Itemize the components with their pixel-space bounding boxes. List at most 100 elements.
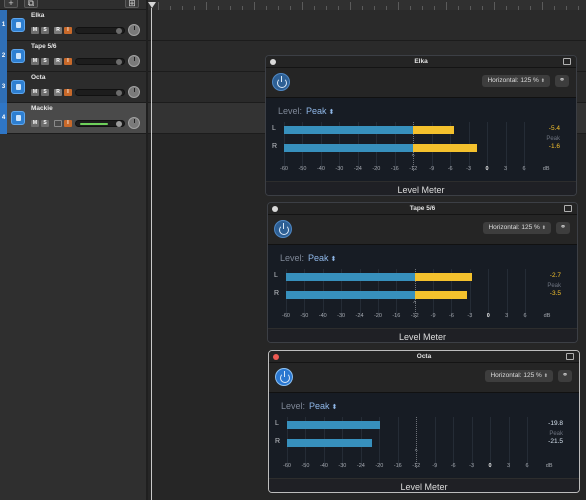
track-name[interactable]: Mackie [31,105,53,112]
mute-button[interactable]: M [31,120,39,127]
meter-gridline [525,269,526,318]
track-number[interactable]: 2 [0,41,7,72]
instrument-icon[interactable] [11,111,25,125]
chevron-updown-icon: ⬍ [329,404,338,411]
bypass-power-button[interactable] [275,368,293,386]
track-row-octa[interactable]: 3 Octa M S R I [0,72,146,103]
duplicate-track-button[interactable]: ⧉ [24,0,38,8]
record-enable-button[interactable]: R [54,27,62,34]
track-number[interactable]: 4 [0,103,7,134]
expand-window-button[interactable] [563,58,571,65]
meter-scale-label: 6 [525,463,529,469]
record-enable-button[interactable]: R [54,58,62,65]
track-row-elka[interactable]: 1 Elka M S R I [0,10,146,41]
volume-knob[interactable] [116,28,122,34]
link-icon[interactable]: ⚭ [556,222,570,234]
meter-scale-label: -30 [335,166,344,172]
chevron-updown-icon: ⬍ [541,225,546,231]
meter-gridline [471,417,473,468]
meter-scale-label: -40 [316,166,325,172]
plugin-title-bar[interactable]: Tape 5/6 [268,203,577,215]
plugin-title-bar[interactable]: Octa [269,351,579,363]
meter-gridline [487,122,489,171]
plugin-title-bar[interactable]: Elka [266,56,576,68]
link-icon[interactable]: ⚭ [558,370,572,382]
expand-window-button[interactable] [564,205,572,212]
meter-scale-label: -24 [353,166,362,172]
instrument-icon[interactable] [11,49,25,63]
link-icon[interactable]: ⚭ [555,75,569,87]
playhead-line[interactable] [151,8,152,500]
input-monitor-button[interactable]: I [64,58,72,65]
level-mode-label: Level: [281,401,306,411]
track-number[interactable]: 1 [0,10,7,41]
level-mode-selector[interactable]: Level: Peak ⬍ [278,106,334,116]
meter-gridline [508,417,510,468]
meter-scale-label: -12 [410,313,419,319]
solo-button[interactable]: S [41,58,49,65]
reference-marker-icon: ^ [411,154,415,160]
volume-slider[interactable] [75,89,125,96]
playhead-handle[interactable] [148,2,156,8]
chevron-updown-icon: ⬍ [326,109,335,116]
level-mode-selector[interactable]: Level: Peak ⬍ [281,401,337,411]
peak-caption: Peak [547,283,561,289]
volume-knob[interactable] [116,121,122,127]
track-name[interactable]: Octa [31,74,45,81]
meter-scale-label: dB [543,313,551,319]
expand-window-button[interactable] [566,353,574,360]
level-mode-value: Peak [308,253,329,263]
input-monitor-button[interactable]: I [64,89,72,96]
volume-slider[interactable] [75,58,125,65]
solo-button[interactable]: S [41,89,49,96]
level-meter-panel: Level: Peak ⬍ L -2.7 R -3.5 Peak ^ -60 -50 -40 -30-… [268,245,577,328]
volume-slider[interactable] [75,27,125,34]
level-meter-window-elka[interactable]: Elka Horizontal: 125 % ⬍ ⚭ Level: Peak ⬍ L -5.4… [265,55,577,196]
global-tracks-button[interactable]: ⊞ [125,0,139,8]
track-name[interactable]: Elka [31,12,44,19]
track-row-tape-5-6[interactable]: 2 Tape 5/6 M S R I [0,41,146,72]
level-mode-selector[interactable]: Level: Peak ⬍ [280,253,336,263]
peak-caption: Peak [549,431,563,437]
volume-knob[interactable] [116,59,122,65]
level-meter-window-octa[interactable]: Octa Horizontal: 125 % ⬍ ⚭ Level: Peak ⬍ L -19.… [268,350,580,493]
volume-slider[interactable] [75,120,125,127]
meter-scale-label: -60 [280,166,288,172]
track-name[interactable]: Tape 5/6 [31,43,57,50]
mute-button[interactable]: M [31,89,39,96]
solo-button[interactable]: S [41,120,49,127]
track-list: 1 Elka M S R I 2 Tape 5/6 M S R I 3 Octa M S R I 4 Mackie M S… [0,10,146,500]
view-size-dropdown[interactable]: Horizontal: 125 % ⬍ [485,370,553,382]
pan-knob[interactable] [128,24,140,36]
peak-level-fill [413,144,478,152]
input-monitor-button[interactable]: I [64,27,72,34]
meter-scale-label: -9 [430,313,436,319]
signal-level-fill [287,439,373,447]
view-size-dropdown[interactable]: Horizontal: 125 % ⬍ [482,75,550,87]
record-enable-button[interactable] [54,120,62,127]
volume-knob[interactable] [116,90,122,96]
signal-level-fill [286,291,415,299]
bypass-power-button[interactable] [274,220,292,238]
track-row-mackie[interactable]: 4 Mackie M S I [0,103,146,134]
input-monitor-button[interactable]: I [64,120,72,127]
mute-button[interactable]: M [31,58,39,65]
track-lane[interactable] [148,10,586,41]
track-number[interactable]: 3 [0,72,7,103]
meter-scale-label: -3 [466,166,472,172]
pan-knob[interactable] [128,86,140,98]
pan-knob[interactable] [128,117,140,129]
instrument-icon[interactable] [11,80,25,94]
meter-scale-label: -20 [372,166,381,172]
view-size-dropdown[interactable]: Horizontal: 125 % ⬍ [483,222,551,234]
add-track-button[interactable]: + [4,0,18,8]
solo-button[interactable]: S [41,27,49,34]
meter-scale-label: -16 [392,313,401,319]
record-enable-button[interactable]: R [54,89,62,96]
mute-button[interactable]: M [31,27,39,34]
pan-knob[interactable] [128,55,140,67]
bypass-power-button[interactable] [272,73,290,91]
instrument-icon[interactable] [11,18,25,32]
meter-scale-label: -12 [409,166,418,172]
level-meter-window-tape-5-6[interactable]: Tape 5/6 Horizontal: 125 % ⬍ ⚭ Level: Peak ⬍ L… [267,202,578,343]
